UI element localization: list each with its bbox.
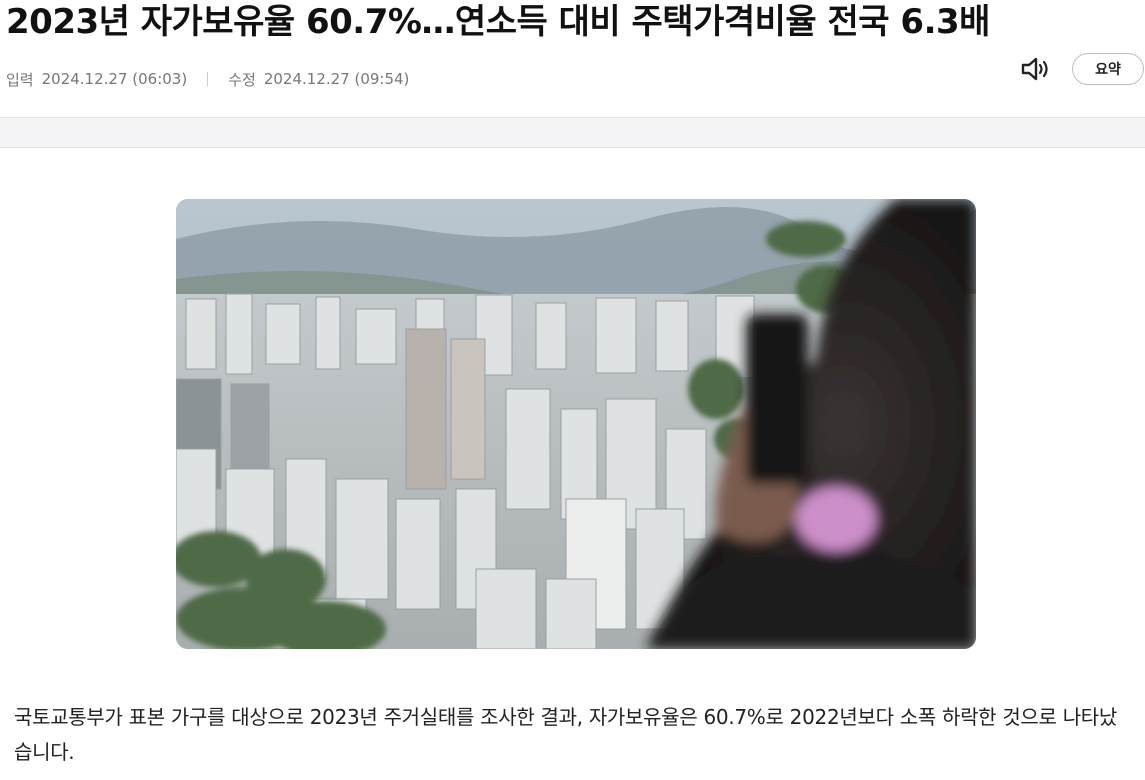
modified-label: 수정 [228, 70, 256, 89]
input-datetime: 2024.12.27 (06:03) [41, 70, 188, 88]
input-label: 입력 [6, 70, 34, 89]
summary-button[interactable]: 요약 [1072, 53, 1144, 85]
article-body: 국토교통부가 표본 가구를 대상으로 2023년 주거실태를 조사한 결과, 자… [14, 705, 1117, 764]
meta-divider [207, 72, 209, 86]
article-photo [176, 199, 976, 649]
article-meta: 입력 2024.12.27 (06:03) 수정 2024.12.27 (09:… [6, 66, 409, 92]
modified-datetime: 2024.12.27 (09:54) [263, 70, 410, 88]
article-headline: 2023년 자가보유율 60.7%…연소득 대비 주택가격비율 전국 6.3배 [6, 2, 990, 42]
text-to-speech-button[interactable] [1018, 54, 1052, 84]
speaker-icon [1021, 57, 1048, 81]
toolbar-band [0, 117, 1145, 148]
